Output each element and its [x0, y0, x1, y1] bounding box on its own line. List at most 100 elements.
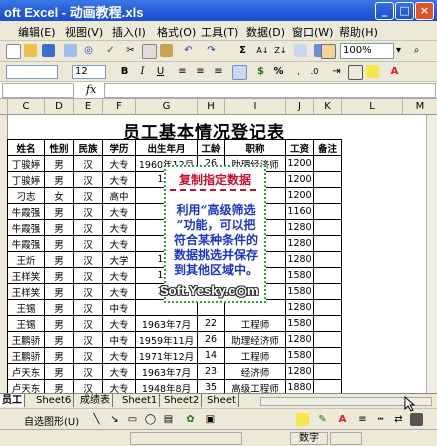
table-cell[interactable]: 汉 — [73, 219, 103, 236]
autosum-icon[interactable]: Σ — [236, 44, 249, 57]
header-cell[interactable]: 性别 — [44, 139, 74, 156]
table-cell[interactable]: 大专 — [102, 347, 136, 364]
table-cell[interactable] — [313, 171, 342, 188]
maximize-icon[interactable]: □ — [395, 2, 414, 20]
table-cell[interactable]: 男 — [44, 331, 74, 348]
textbox-icon[interactable]: ▤ — [162, 413, 175, 426]
table-cell[interactable]: 男 — [44, 219, 74, 236]
table-row[interactable]: 王鹏骄男汉中专 1959年11月 26 助理经济师 1280 — [7, 331, 342, 348]
table-cell[interactable]: 男 — [44, 171, 74, 188]
line-style-icon[interactable]: ≡ — [356, 413, 369, 426]
merge-center-icon[interactable] — [232, 65, 247, 80]
formula-input[interactable] — [104, 83, 436, 98]
oval-icon[interactable]: ◯ — [144, 413, 157, 426]
line-icon[interactable]: ╲ — [90, 413, 103, 426]
table-cell[interactable]: 大专 — [102, 235, 136, 252]
column-header[interactable]: K — [314, 99, 342, 114]
table-cell[interactable]: 男 — [44, 379, 74, 393]
table-cell[interactable]: 35 — [197, 379, 225, 393]
minimize-icon[interactable]: _ — [375, 2, 394, 20]
table-cell[interactable]: 26 — [197, 331, 225, 348]
open-icon[interactable] — [24, 44, 37, 57]
table-cell[interactable]: 大专 — [102, 267, 136, 284]
table-cell[interactable] — [313, 347, 342, 364]
menu-data[interactable]: 数据(D) — [246, 24, 285, 40]
table-cell[interactable]: 23 — [197, 363, 225, 380]
shadow-icon[interactable] — [410, 413, 423, 426]
table-cell[interactable]: 男 — [44, 315, 74, 332]
column-header[interactable]: M — [403, 99, 437, 114]
table-cell[interactable]: 汉 — [73, 299, 103, 316]
table-cell[interactable]: 男 — [44, 363, 74, 380]
table-cell[interactable] — [313, 283, 342, 300]
table-cell[interactable]: 王炘 — [7, 251, 45, 268]
table-cell[interactable]: 王锡 — [7, 299, 45, 316]
table-cell[interactable]: 汉 — [73, 315, 103, 332]
menu-tools[interactable]: 工具(T) — [201, 24, 238, 40]
draw-font-color-icon[interactable]: A — [336, 413, 349, 426]
zoom-select[interactable]: 100% — [340, 43, 394, 59]
table-cell[interactable]: 男 — [44, 299, 74, 316]
table-cell[interactable]: 牛霞强 — [7, 203, 45, 220]
table-cell[interactable]: 王鹏骄 — [7, 331, 45, 348]
table-cell[interactable]: 汉 — [73, 363, 103, 380]
print-icon[interactable] — [64, 44, 77, 57]
font-color-icon[interactable]: A — [388, 65, 401, 78]
table-cell[interactable]: 汉 — [73, 283, 103, 300]
picture-icon[interactable]: ▣ — [204, 413, 217, 426]
tab-sheet[interactable]: Sheet — [205, 394, 239, 407]
clipart-icon[interactable]: ✿ — [184, 413, 197, 426]
dash-style-icon[interactable]: ┅ — [374, 413, 387, 426]
table-cell[interactable] — [313, 315, 342, 332]
header-cell[interactable]: 工龄 — [197, 139, 225, 156]
table-cell[interactable]: 汉 — [73, 379, 103, 393]
percent-icon[interactable]: % — [272, 65, 285, 78]
table-cell[interactable]: 卢天东 — [7, 379, 45, 393]
redo-icon[interactable]: ↷ — [205, 44, 218, 57]
tab-sheet6[interactable]: Sheet6 — [34, 394, 75, 407]
table-cell[interactable] — [313, 299, 342, 316]
column-header[interactable]: J — [286, 99, 314, 114]
name-box[interactable] — [2, 83, 74, 98]
table-cell[interactable]: 男 — [44, 235, 74, 252]
table-cell[interactable]: 高中 — [102, 187, 136, 204]
table-cell[interactable]: 牛霞强 — [7, 219, 45, 236]
table-cell[interactable]: 大专 — [102, 379, 136, 393]
cut-icon[interactable]: ✂ — [124, 44, 137, 57]
table-cell[interactable]: 汉 — [73, 187, 103, 204]
table-cell[interactable]: 汉 — [73, 155, 103, 172]
table-cell[interactable]: 女 — [44, 187, 74, 204]
font-name-select[interactable] — [6, 65, 58, 79]
table-cell[interactable]: 王样笑 — [7, 267, 45, 284]
binoculars-icon[interactable]: ⌕ — [410, 44, 423, 57]
table-cell[interactable] — [313, 235, 342, 252]
indent-icon[interactable]: ⇥ — [330, 65, 343, 78]
table-cell[interactable]: 1280 — [285, 219, 314, 236]
table-row[interactable]: 王锡男汉大专 1963年7月 22 工程师 1580 — [7, 315, 342, 332]
autoshapes-menu[interactable]: 自选图形(U) — [24, 413, 79, 428]
sort-asc-icon[interactable]: A↓ — [256, 44, 269, 57]
table-cell[interactable]: 王鹏骄 — [7, 347, 45, 364]
table-cell[interactable]: 丁骏婷 — [7, 155, 45, 172]
align-right-icon[interactable]: ≡ — [212, 65, 225, 78]
sort-desc-icon[interactable]: Z↓ — [274, 44, 287, 57]
undo-icon[interactable]: ↶ — [182, 44, 195, 57]
table-cell[interactable]: 1971年12月 — [135, 347, 198, 364]
column-header[interactable]: C — [8, 99, 45, 114]
column-header[interactable]: G — [136, 99, 198, 114]
column-header[interactable]: H — [198, 99, 225, 114]
table-cell[interactable] — [313, 203, 342, 220]
table-cell[interactable]: 1280 — [285, 331, 314, 348]
table-cell[interactable]: 男 — [44, 267, 74, 284]
table-cell[interactable]: 1580 — [285, 347, 314, 364]
comma-icon[interactable]: , — [292, 65, 305, 78]
tab-scores[interactable]: 成绩表 — [78, 394, 113, 407]
header-cell[interactable]: 学历 — [102, 139, 136, 156]
table-cell[interactable]: 1580 — [285, 283, 314, 300]
column-header[interactable]: D — [45, 99, 74, 114]
header-cell[interactable]: 民族 — [73, 139, 103, 156]
table-cell[interactable]: 1963年7月 — [135, 363, 198, 380]
table-cell[interactable]: 工程师 — [224, 347, 286, 364]
italic-icon[interactable]: I — [136, 65, 149, 78]
copy-icon[interactable] — [142, 44, 157, 59]
